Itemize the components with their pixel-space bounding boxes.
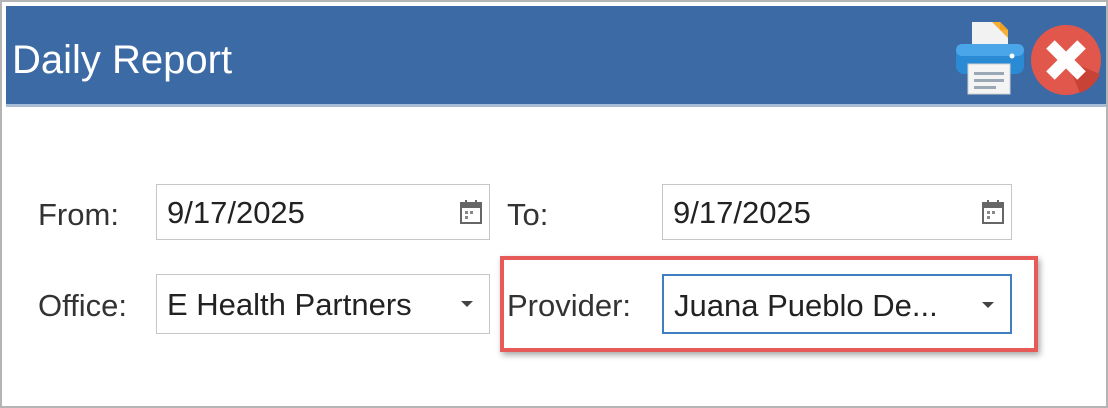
to-label: To: bbox=[507, 197, 549, 232]
to-date-value: 9/17/2025 bbox=[673, 195, 811, 230]
print-button[interactable] bbox=[950, 18, 1028, 98]
office-label: Office: bbox=[38, 288, 128, 323]
calendar-icon[interactable] bbox=[981, 199, 1005, 225]
chevron-down-icon[interactable] bbox=[461, 301, 473, 307]
dialog-title: Daily Report bbox=[12, 38, 233, 82]
title-bar: Daily Report bbox=[6, 6, 1106, 107]
daily-report-dialog: Daily Report From: 9/17/2025 To: 9/17/20… bbox=[0, 0, 1108, 408]
close-icon bbox=[1031, 25, 1101, 95]
to-date-field[interactable]: 9/17/2025 bbox=[662, 184, 1012, 240]
from-date-field[interactable]: 9/17/2025 bbox=[156, 184, 490, 240]
printer-icon bbox=[956, 22, 1024, 95]
office-select-value: E Health Partners bbox=[167, 287, 412, 322]
close-button[interactable] bbox=[1028, 22, 1104, 98]
office-select[interactable]: E Health Partners bbox=[156, 274, 490, 334]
from-label: From: bbox=[38, 197, 119, 232]
calendar-icon[interactable] bbox=[459, 199, 483, 225]
from-date-value: 9/17/2025 bbox=[167, 195, 305, 230]
provider-highlight-box bbox=[500, 256, 1038, 352]
